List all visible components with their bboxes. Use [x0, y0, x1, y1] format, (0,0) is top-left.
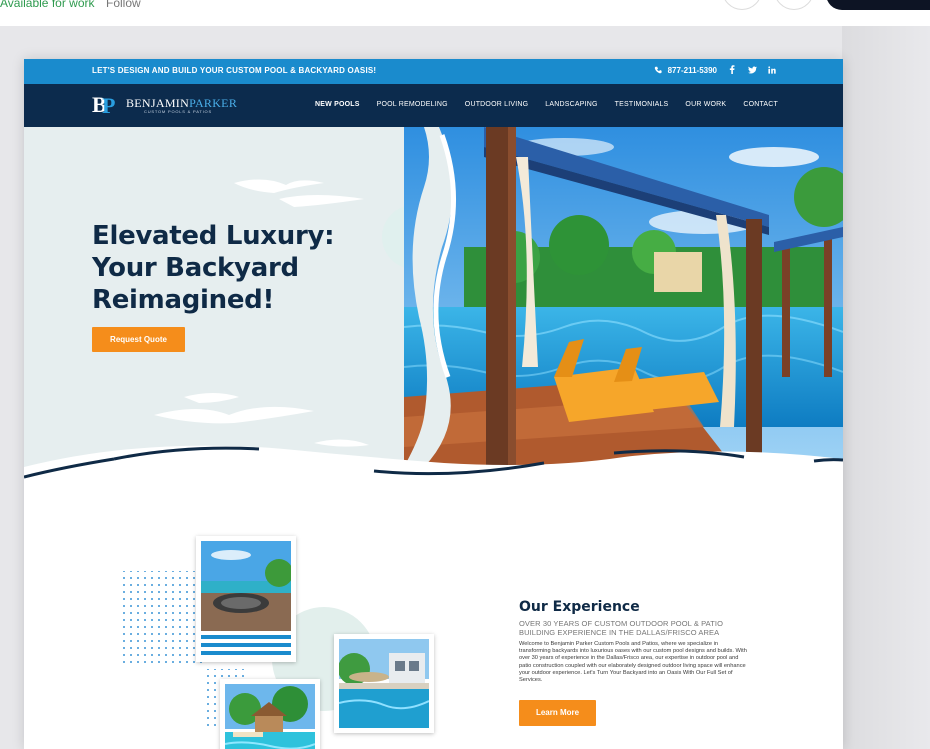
card-bar-2 [201, 643, 291, 647]
card-bar-1 [201, 635, 291, 639]
experience-title: Our Experience [519, 599, 640, 615]
hero-title-line-2: Your Backyard [92, 253, 299, 283]
logo-tagline: CUSTOM POOLS & PATIOS [144, 108, 212, 114]
experience-body: Welcome to Benjamin Parker Custom Pools … [519, 641, 747, 684]
brand-logo[interactable]: B P BENJAMINPARKER CUSTOM POOLS & PATIOS [92, 93, 237, 118]
save-button[interactable] [774, 0, 814, 10]
request-quote-button[interactable]: Request Quote [92, 327, 185, 352]
website-mockup: LET'S DESIGN AND BUILD YOUR CUSTOM POOL … [24, 59, 843, 749]
nav-item-our-work[interactable]: OUR WORK [685, 101, 726, 108]
shot-stage: LET'S DESIGN AND BUILD YOUR CUSTOM POOL … [0, 26, 930, 749]
contact-button[interactable] [826, 0, 930, 10]
gallery-card-resort[interactable] [220, 679, 320, 749]
logo-name-last: PARKER [189, 95, 238, 110]
promo-contact: 877-211-5390 [653, 65, 777, 76]
logo-name-first: BENJAMIN [126, 95, 190, 110]
logo-initial-p: P [102, 93, 116, 118]
gallery-card-villa[interactable] [334, 634, 434, 733]
hero-section: Elevated Luxury: Your Backyard Reimagine… [24, 127, 843, 499]
nav-item-pool-remodeling[interactable]: POOL REMODELING [377, 101, 448, 108]
follow-button[interactable]: Follow [106, 0, 141, 10]
nav-menu: NEW POOLS POOL REMODELING OUTDOOR LIVING… [315, 101, 778, 108]
resort-photo [225, 684, 315, 749]
experience-section: Our Experience OVER 30 YEARS OF CUSTOM O… [24, 499, 843, 749]
nav-item-contact[interactable]: CONTACT [743, 101, 778, 108]
card-bar-3 [201, 651, 291, 655]
phone-icon [653, 66, 663, 76]
experience-subtitle: OVER 30 YEARS OF CUSTOM OUTDOOR POOL & P… [519, 619, 724, 637]
promo-bar: LET'S DESIGN AND BUILD YOUR CUSTOM POOL … [24, 59, 843, 84]
logo-monogram: B P [92, 93, 124, 118]
logo-wordmark: BENJAMINPARKER CUSTOM POOLS & PATIOS [126, 97, 237, 114]
nav-item-new-pools[interactable]: NEW POOLS [315, 101, 360, 108]
hero-title-line-1: Elevated Luxury: [92, 221, 335, 251]
twitter-icon[interactable] [747, 65, 757, 76]
nav-item-testimonials[interactable]: TESTIMONIALS [615, 101, 669, 108]
villa-photo [339, 639, 429, 728]
linkedin-icon[interactable] [767, 65, 777, 76]
facebook-icon[interactable] [727, 65, 737, 76]
phone-number: 877-211-5390 [667, 66, 717, 75]
nav-item-outdoor-living[interactable]: OUTDOOR LIVING [465, 101, 528, 108]
nav-item-landscaping[interactable]: LANDSCAPING [545, 101, 597, 108]
hero-title: Elevated Luxury: Your Backyard Reimagine… [92, 220, 335, 316]
learn-more-button[interactable]: Learn More [519, 700, 596, 726]
logo-name: BENJAMINPARKER [126, 97, 237, 109]
top-bar: Available for work Follow [0, 0, 930, 26]
beach-photo [201, 541, 291, 631]
promo-text: LET'S DESIGN AND BUILD YOUR CUSTOM POOL … [92, 66, 377, 75]
hero-title-line-3: Reimagined! [92, 285, 275, 315]
main-nav: B P BENJAMINPARKER CUSTOM POOLS & PATIOS… [24, 84, 843, 127]
phone-link[interactable]: 877-211-5390 [653, 66, 717, 76]
stage-backdrop [842, 26, 930, 749]
gallery-card-beach[interactable] [196, 536, 296, 662]
availability-status: Available for work [0, 0, 95, 10]
like-button[interactable] [722, 0, 762, 10]
